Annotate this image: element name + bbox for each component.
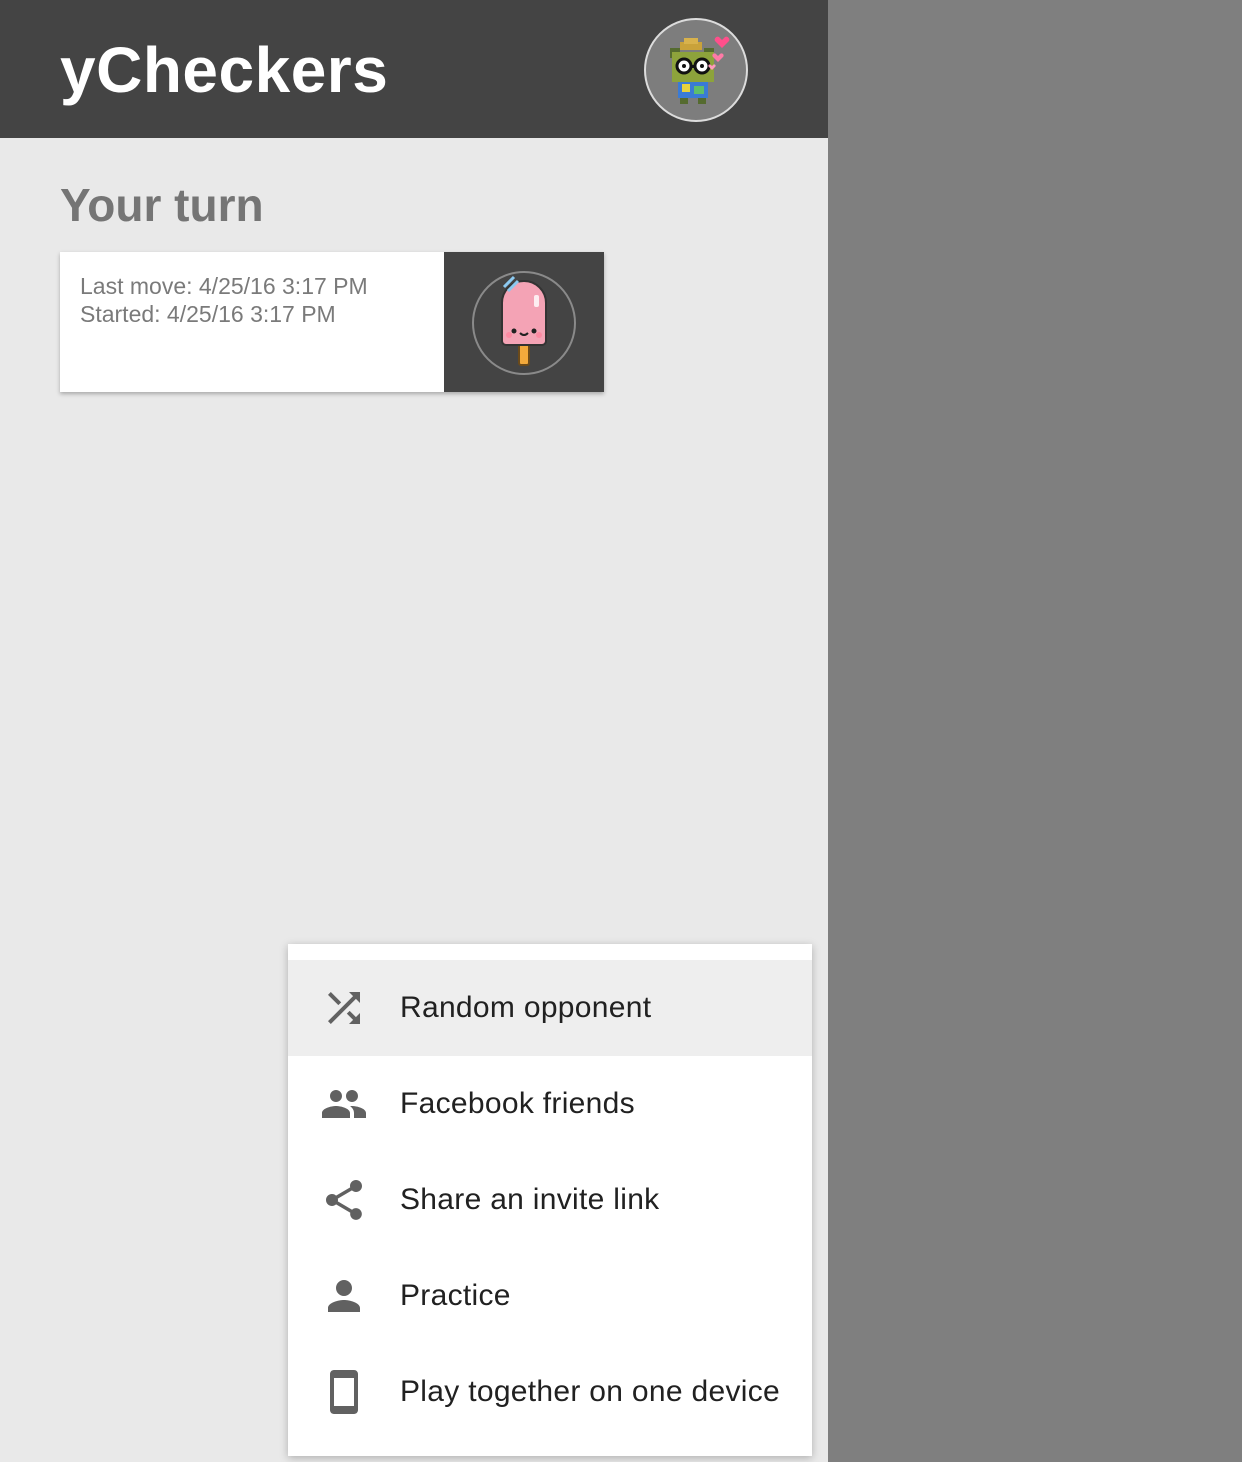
shuffle-icon xyxy=(328,992,360,1024)
menu-item-random-opponent[interactable]: Random opponent xyxy=(288,960,812,1056)
people-icon xyxy=(322,1090,366,1118)
player-avatar-icon xyxy=(670,36,730,104)
app-title: yCheckers xyxy=(60,34,389,106)
share-icon xyxy=(326,1180,362,1220)
popsicle-icon xyxy=(501,275,547,366)
opponent-panel xyxy=(444,252,604,392)
player-avatar[interactable] xyxy=(644,18,748,122)
menu-item-facebook-friends[interactable]: Facebook friends xyxy=(288,1056,812,1152)
your-turn-heading: Your turn xyxy=(60,179,264,231)
game-info: Last move: 4/25/16 3:17 PM Started: 4/25… xyxy=(80,272,368,328)
menu-item-label: Play together on one device xyxy=(400,1375,781,1408)
menu-item-label: Random opponent xyxy=(400,991,652,1024)
last-move-text: Last move: 4/25/16 3:17 PM xyxy=(80,273,368,299)
opponent-avatar xyxy=(472,271,576,375)
new-game-menu: Random opponent Facebook friends Share a… xyxy=(288,944,812,1456)
game-card[interactable]: Last move: 4/25/16 3:17 PM Started: 4/25… xyxy=(60,252,604,392)
phone-icon xyxy=(330,1370,358,1414)
overlay-backdrop[interactable] xyxy=(828,0,1242,1462)
menu-item-share-invite-link[interactable]: Share an invite link xyxy=(288,1152,812,1248)
menu-item-play-together[interactable]: Play together on one device xyxy=(288,1344,812,1440)
menu-item-label: Share an invite link xyxy=(400,1183,660,1216)
person-icon xyxy=(328,1280,360,1312)
app-header: yCheckers xyxy=(0,0,828,138)
menu-item-practice[interactable]: Practice xyxy=(288,1248,812,1344)
menu-item-label: Practice xyxy=(400,1279,511,1312)
app-main: yCheckers Your turn Last move: 4/25/16 3… xyxy=(0,0,828,1462)
started-text: Started: 4/25/16 3:17 PM xyxy=(80,301,336,327)
menu-item-label: Facebook friends xyxy=(400,1087,635,1120)
